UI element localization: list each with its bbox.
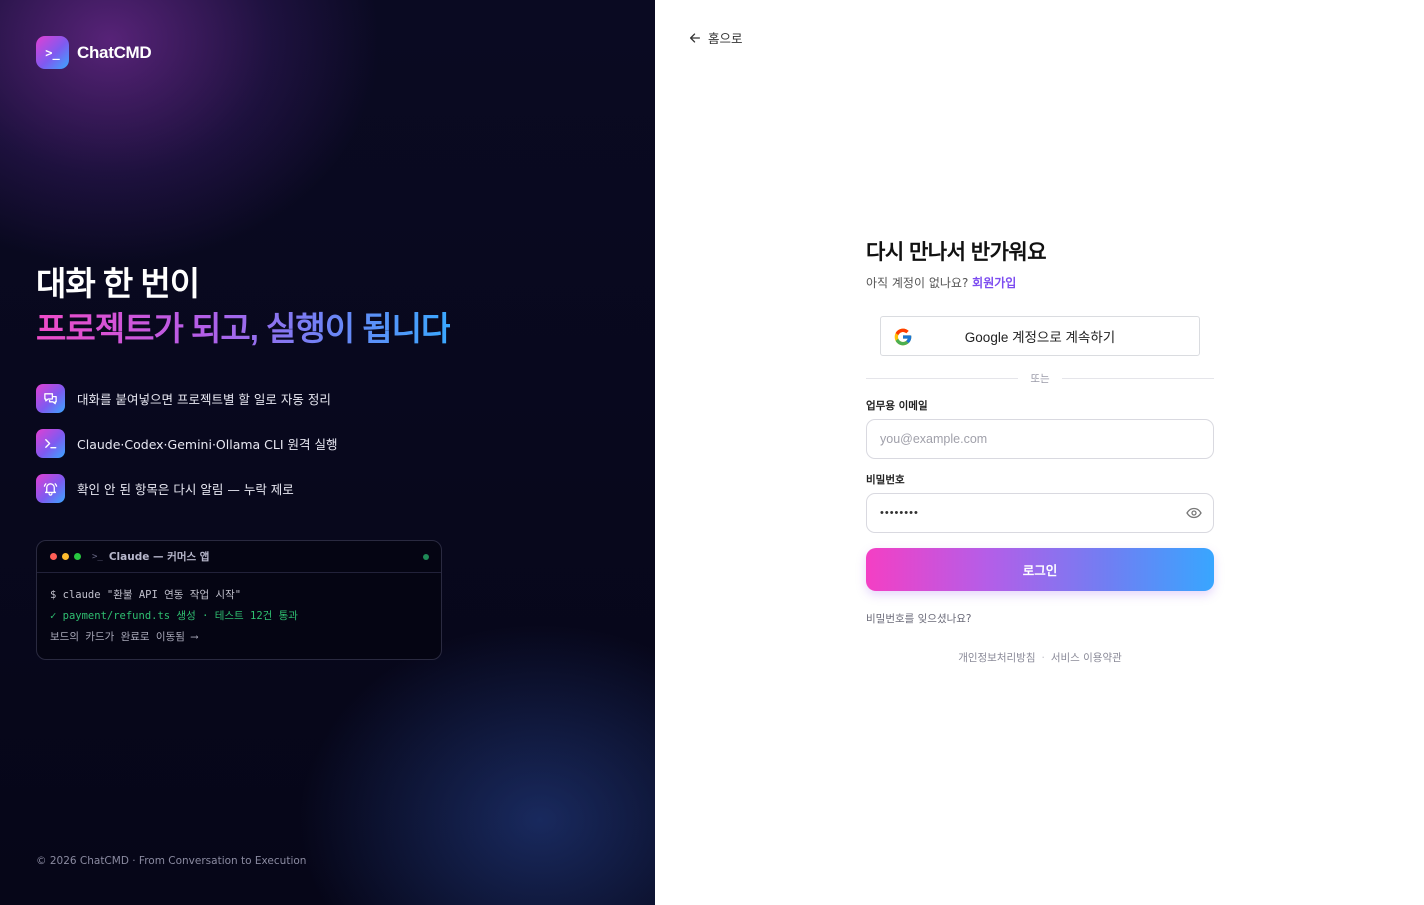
google-logo-icon bbox=[894, 328, 912, 346]
signup-prompt: 아직 계정이 없나요? 회원가입 bbox=[866, 274, 1214, 291]
window-minimize-dot-icon bbox=[62, 553, 69, 560]
status-dot-icon bbox=[423, 554, 429, 560]
no-account-text: 아직 계정이 없나요? bbox=[866, 276, 969, 290]
email-label: 업무용 이메일 bbox=[866, 400, 928, 412]
hero-line-2: 프로젝트가 되고, 실행이 됩니다 bbox=[36, 306, 451, 352]
terminal-line: 보드의 카드가 완료로 이동됨 ⟶ bbox=[50, 631, 198, 643]
legal-separator: · bbox=[1041, 652, 1045, 664]
arrow-left-icon bbox=[689, 32, 701, 43]
show-password-eye-icon[interactable] bbox=[1186, 507, 1202, 519]
copyright: © 2026 ChatCMD · From Conversation to Ex… bbox=[36, 855, 307, 867]
marketing-panel: >_ ChatCMD 대화 한 번이 프로젝트가 되고, 실행이 됩니다 대화를… bbox=[0, 0, 655, 905]
login-button[interactable]: 로그인 bbox=[866, 548, 1214, 591]
terminal-prompt-icon: >_ bbox=[92, 551, 103, 562]
feature-text: 확인 안 된 항목은 다시 알림 — 누락 제로 bbox=[77, 482, 294, 497]
feature-list: 대화를 붙여넣으면 프로젝트별 할 일로 자동 정리 Claude·Codex·… bbox=[36, 384, 338, 519]
password-field[interactable] bbox=[866, 493, 1214, 533]
logo-badge-icon: >_ bbox=[36, 36, 69, 69]
back-home-link[interactable]: 홈으로 bbox=[688, 28, 743, 47]
password-label: 비밀번호 bbox=[866, 474, 905, 486]
privacy-policy-link[interactable]: 개인정보처리방침 bbox=[958, 652, 1035, 664]
google-signin-label: Google 계정으로 계속하기 bbox=[964, 330, 1116, 345]
terminal-line: $ claude "환불 API 연동 작업 시작" bbox=[50, 589, 242, 601]
terminal-prompt-icon bbox=[36, 429, 65, 458]
or-text: 또는 bbox=[1030, 373, 1050, 385]
brand-name: ChatCMD bbox=[77, 42, 152, 62]
window-maximize-dot-icon bbox=[74, 553, 81, 560]
email-field[interactable] bbox=[866, 419, 1214, 459]
terms-of-service-link[interactable]: 서비스 이용약관 bbox=[1051, 652, 1122, 664]
brand-logo[interactable]: >_ ChatCMD bbox=[36, 36, 152, 69]
google-signin-button[interactable]: Google 계정으로 계속하기 bbox=[880, 316, 1200, 356]
feature-text: 대화를 붙여넣으면 프로젝트별 할 일로 자동 정리 bbox=[77, 392, 331, 407]
terminal-header: >_ Claude — 커머스 앱 bbox=[37, 541, 441, 573]
chat-bubbles-icon bbox=[36, 384, 65, 413]
terminal-preview: >_ Claude — 커머스 앱 $ claude "환불 API 연동 작업… bbox=[36, 540, 442, 660]
or-divider: 또는 bbox=[866, 373, 1214, 385]
login-form: 다시 만나서 반가워요 아직 계정이 없나요? 회원가입 Google 계정으로… bbox=[866, 236, 1214, 664]
legal-links: 개인정보처리방침 · 서비스 이용약관 bbox=[866, 650, 1214, 665]
forgot-password-link[interactable]: 비밀번호를 잊으셨나요? bbox=[866, 611, 972, 626]
bell-icon bbox=[36, 474, 65, 503]
feature-item: 확인 안 된 항목은 다시 알림 — 누락 제로 bbox=[36, 474, 338, 503]
terminal-body: $ claude "환불 API 연동 작업 시작" ✓ payment/ref… bbox=[37, 573, 441, 650]
feature-text: Claude·Codex·Gemini·Ollama CLI 원격 실행 bbox=[77, 437, 338, 452]
back-home-label: 홈으로 bbox=[708, 31, 743, 46]
page-title: 다시 만나서 반가워요 bbox=[866, 241, 1047, 264]
hero-line-1: 대화 한 번이 bbox=[36, 265, 200, 302]
terminal-title: Claude — 커머스 앱 bbox=[108, 551, 210, 563]
feature-item: Claude·Codex·Gemini·Ollama CLI 원격 실행 bbox=[36, 429, 338, 458]
signup-link[interactable]: 회원가입 bbox=[972, 276, 1016, 290]
window-close-dot-icon bbox=[50, 553, 57, 560]
hero-headline: 대화 한 번이 프로젝트가 되고, 실행이 됩니다 bbox=[36, 262, 451, 352]
terminal-line: ✓ payment/refund.ts 생성 · 테스트 12건 통과 bbox=[50, 610, 298, 622]
feature-item: 대화를 붙여넣으면 프로젝트별 할 일로 자동 정리 bbox=[36, 384, 338, 413]
